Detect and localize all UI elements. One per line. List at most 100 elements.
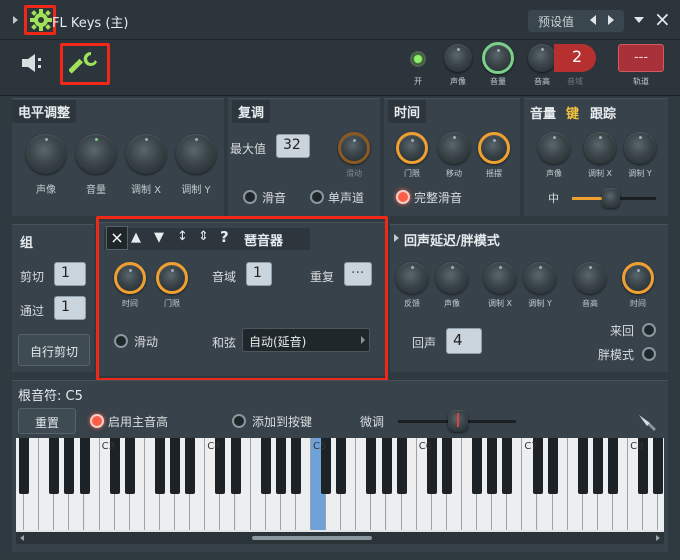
time-shift-knob[interactable]: [438, 132, 470, 164]
echo-pingpong-radio[interactable]: [642, 323, 656, 337]
black-key[interactable]: [49, 438, 60, 494]
arp-up-icon[interactable]: ▲: [131, 230, 141, 245]
arp-range-spinner[interactable]: 1: [246, 262, 272, 286]
black-key[interactable]: [155, 438, 165, 494]
toolbar-volume-knob[interactable]: [482, 42, 514, 74]
time-gate-label: 门限: [404, 169, 420, 178]
channel-selector[interactable]: 2: [554, 44, 596, 72]
power-led[interactable]: [410, 51, 426, 67]
collapse-arrow-icon[interactable]: [13, 16, 18, 24]
echo-count-label: 回声: [412, 336, 437, 350]
black-key[interactable]: [336, 438, 347, 494]
arp-chord-select[interactable]: 自动(延音): [242, 328, 370, 352]
track-display[interactable]: ---: [618, 44, 664, 72]
black-key[interactable]: [441, 438, 452, 494]
octave-label: C4: [207, 441, 221, 452]
level-modx-knob[interactable]: [126, 134, 166, 174]
tracking-slider-handle[interactable]: [602, 188, 620, 208]
toolbar-pan-knob[interactable]: [444, 44, 472, 72]
echo-mody-label: 调制 Y: [528, 299, 552, 308]
poly-max-spinner[interactable]: 32: [276, 134, 310, 158]
poly-slide-knob[interactable]: [338, 132, 370, 164]
piano-keys[interactable]: C3 C4 C5 C6 C7 C8: [16, 438, 664, 530]
echo-time-knob[interactable]: [622, 262, 654, 294]
echo-fat-radio[interactable]: [642, 347, 656, 361]
settings-wrench-button[interactable]: [60, 43, 110, 85]
echo-modx-knob[interactable]: [484, 262, 516, 294]
scroll-thumb[interactable]: [252, 536, 372, 540]
echo-title: 回声延迟/胖模式: [404, 234, 500, 249]
group-pass-spinner[interactable]: 1: [54, 296, 86, 320]
tracking-modx-knob[interactable]: [584, 132, 616, 164]
reset-button[interactable]: 重置: [18, 408, 76, 434]
arp-sticky-icon[interactable]: ⇕: [198, 229, 209, 244]
arp-slide-radio[interactable]: [114, 334, 128, 348]
window-menu-icon[interactable]: [634, 17, 644, 23]
arp-off-icon[interactable]: ×: [106, 226, 128, 250]
group-title: 组: [20, 236, 34, 251]
keyboard-scrollbar[interactable]: [16, 532, 664, 544]
arp-down-icon[interactable]: ▼: [154, 230, 164, 245]
brush-icon[interactable]: [636, 411, 658, 433]
level-pan-knob[interactable]: [26, 134, 66, 174]
black-key[interactable]: [290, 438, 301, 494]
preset-next-icon[interactable]: [608, 15, 614, 25]
echo-count-spinner[interactable]: 4: [446, 328, 482, 354]
arp-gate-knob[interactable]: [156, 262, 188, 294]
main-pitch-radio[interactable]: [90, 414, 104, 428]
black-key[interactable]: [396, 438, 407, 494]
black-key[interactable]: [260, 438, 271, 494]
arp-slide-label: 滑动: [134, 335, 159, 349]
black-key[interactable]: [170, 438, 181, 494]
auto-cut-button[interactable]: 自行剪切: [18, 334, 90, 366]
tracking-mody-knob[interactable]: [624, 132, 656, 164]
echo-collapse-icon[interactable]: [394, 234, 399, 242]
black-key[interactable]: [592, 438, 603, 494]
preset-prev-icon[interactable]: [590, 15, 596, 25]
poly-mono-radio[interactable]: [310, 190, 324, 204]
tracking-pan-knob[interactable]: [538, 132, 570, 164]
speaker-icon[interactable]: [20, 52, 46, 74]
echo-feedback-knob[interactable]: [396, 262, 428, 294]
black-key[interactable]: [381, 438, 392, 494]
echo-pan-knob[interactable]: [436, 262, 468, 294]
scroll-left-icon[interactable]: [20, 535, 24, 541]
close-icon[interactable]: ×: [654, 9, 671, 29]
black-key[interactable]: [230, 438, 241, 494]
black-key[interactable]: [472, 438, 483, 494]
tracking-vol-tab[interactable]: 音量: [530, 103, 556, 122]
black-key[interactable]: [547, 438, 558, 494]
black-key[interactable]: [79, 438, 90, 494]
black-key[interactable]: [608, 438, 618, 494]
echo-mody-knob[interactable]: [524, 262, 556, 294]
arp-updown-icon[interactable]: ↕: [177, 229, 188, 244]
black-key[interactable]: [19, 438, 30, 494]
tracking-key-tab[interactable]: 键: [566, 103, 579, 122]
echo-pitch-knob[interactable]: [574, 262, 606, 294]
black-key[interactable]: [502, 438, 513, 494]
group-cut-spinner[interactable]: 1: [54, 262, 86, 286]
arp-repeat-label: 重复: [310, 270, 335, 284]
toolbar-pitch-knob[interactable]: [528, 44, 556, 72]
black-key[interactable]: [185, 438, 196, 494]
time-swing-label: 摇摆: [486, 169, 502, 178]
black-key[interactable]: [577, 438, 588, 494]
black-key[interactable]: [275, 438, 286, 494]
arp-random-icon[interactable]: ?: [220, 228, 229, 246]
level-mody-knob[interactable]: [176, 134, 216, 174]
black-key[interactable]: [653, 438, 664, 494]
time-swing-knob[interactable]: [478, 132, 510, 164]
add-key-radio[interactable]: [232, 414, 246, 428]
black-key[interactable]: [366, 438, 377, 494]
scroll-right-icon[interactable]: [656, 535, 660, 541]
time-full-porta-radio[interactable]: [396, 190, 410, 204]
time-gate-knob[interactable]: [396, 132, 428, 164]
fine-tune-handle[interactable]: [448, 410, 468, 432]
poly-slide-radio[interactable]: [243, 190, 257, 204]
arp-time-knob[interactable]: [114, 262, 146, 294]
arp-repeat-spinner[interactable]: ···: [344, 262, 372, 286]
level-volume-knob[interactable]: [76, 134, 116, 174]
black-key[interactable]: [487, 438, 498, 494]
black-key[interactable]: [64, 438, 75, 494]
black-key[interactable]: [124, 438, 135, 494]
